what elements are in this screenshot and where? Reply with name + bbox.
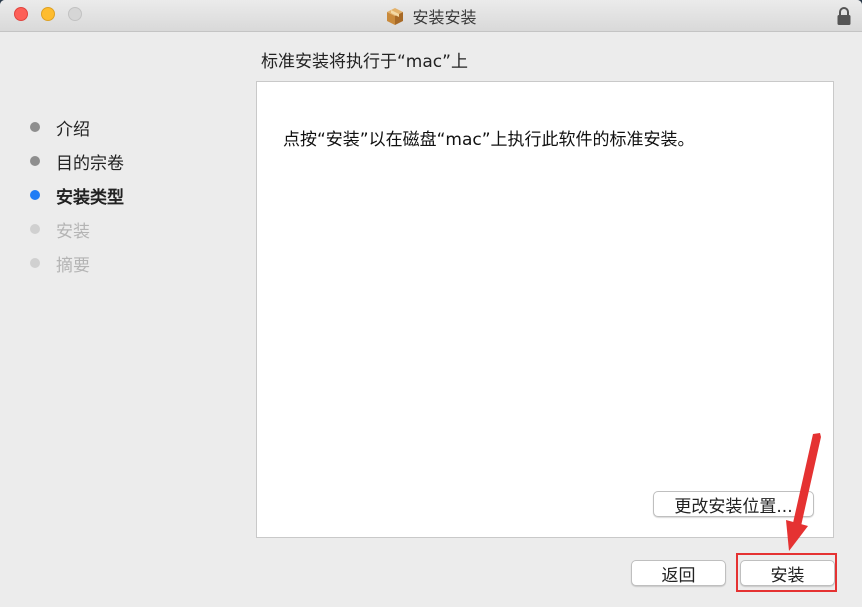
installer-window: 安装安装 介绍 目的宗卷 安装类型 安装 摘要 标准安装将执行于“mac”上 点… — [0, 0, 862, 607]
annotation-arrow-icon — [786, 433, 821, 551]
